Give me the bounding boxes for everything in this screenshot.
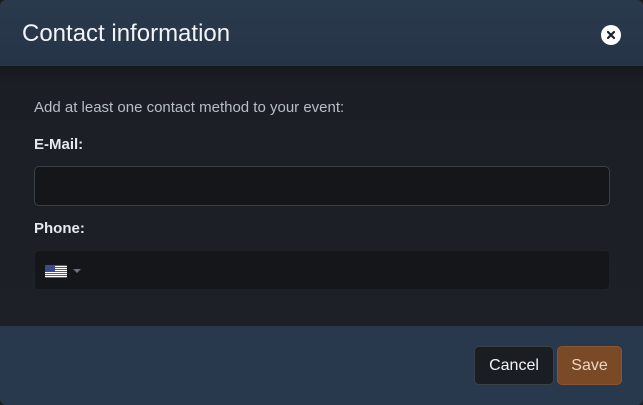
us-flag-icon [45, 264, 67, 278]
close-icon [606, 30, 616, 40]
dialog-title: Contact information [22, 20, 231, 47]
phone-label: Phone: [34, 220, 85, 237]
contact-info-dialog: Contact information Add at least one con… [0, 0, 643, 405]
email-label: E-Mail: [34, 136, 84, 153]
cancel-button[interactable]: Cancel [474, 346, 554, 385]
save-button[interactable]: Save [557, 346, 622, 385]
chevron-down-icon [73, 269, 81, 273]
dialog-footer: Cancel Save [0, 326, 643, 405]
country-code-select[interactable] [45, 264, 81, 278]
phone-field[interactable] [91, 251, 605, 291]
intro-text: Add at least one contact method to your … [34, 99, 345, 116]
close-button[interactable] [601, 25, 621, 45]
dialog-body: Add at least one contact method to your … [0, 66, 643, 326]
email-field[interactable] [34, 166, 610, 206]
phone-field-group [34, 250, 610, 291]
dialog-header: Contact information [0, 0, 643, 66]
